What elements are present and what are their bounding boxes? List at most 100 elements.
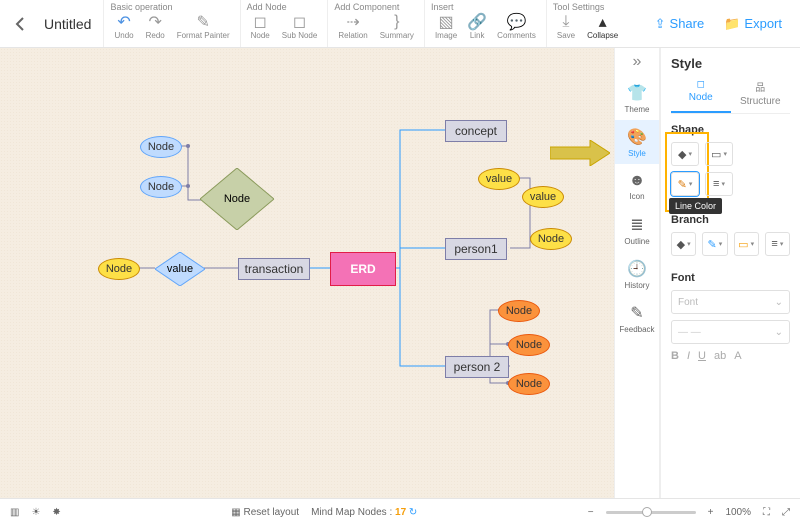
undo-button[interactable]: ↶Undo bbox=[110, 14, 137, 40]
node-orange1[interactable]: Node bbox=[498, 300, 540, 322]
smiley-icon: ☻ bbox=[629, 172, 646, 190]
link-icon: 🔗 bbox=[469, 14, 485, 30]
tab-outline[interactable]: ≣Outline bbox=[615, 208, 659, 252]
node-root-erd[interactable]: ERD bbox=[330, 252, 396, 286]
toolbar-group-tool-settings: Tool Settings ⤓Save ▴Collapse bbox=[546, 0, 628, 47]
link-button[interactable]: 🔗Link bbox=[465, 14, 489, 40]
save-icon: ⤓ bbox=[558, 14, 574, 30]
section-branch: Branch bbox=[671, 214, 790, 226]
refresh-icon[interactable]: ↻ bbox=[409, 507, 417, 518]
node-yellow-node[interactable]: Node bbox=[530, 228, 572, 250]
zoom-slider[interactable] bbox=[606, 511, 696, 514]
node-person1[interactable]: person1 bbox=[445, 238, 507, 260]
collapse-button[interactable]: ▴Collapse bbox=[583, 14, 622, 40]
underline-button[interactable]: U bbox=[698, 350, 706, 362]
outline-icon: ≣ bbox=[630, 215, 643, 235]
strike-button[interactable]: ab bbox=[714, 350, 726, 362]
toolbar-group-insert: Insert ▧Image 🔗Link 💬Comments bbox=[424, 0, 546, 47]
tab-theme[interactable]: 👕Theme bbox=[615, 76, 659, 120]
add-node-button[interactable]: ◻Node bbox=[247, 14, 274, 40]
right-tab-strip: » 👕Theme 🎨Style ☻Icon ≣Outline 🕘History … bbox=[614, 48, 660, 498]
tab-style[interactable]: 🎨Style bbox=[615, 120, 659, 164]
canvas[interactable]: ERD concept person1 person 2 value value… bbox=[0, 48, 614, 498]
document-title[interactable]: Untitled bbox=[32, 0, 103, 47]
node-yellow-left[interactable]: Node bbox=[98, 258, 140, 280]
bold-button[interactable]: B bbox=[671, 350, 679, 362]
format-painter-button[interactable]: ✎Format Painter bbox=[173, 14, 234, 40]
tooltip-line-color: Line Color bbox=[669, 198, 722, 214]
export-button[interactable]: 📁Export bbox=[714, 0, 792, 47]
save-button[interactable]: ⤓Save bbox=[553, 14, 579, 40]
settings-button[interactable]: ✸ bbox=[52, 507, 60, 518]
branch-line-button[interactable]: ≡▾ bbox=[765, 232, 790, 256]
node-value2[interactable]: value bbox=[522, 186, 564, 208]
back-button[interactable] bbox=[8, 0, 32, 47]
node-icon: ◻ bbox=[252, 14, 268, 30]
clock-icon: 🕘 bbox=[627, 259, 647, 279]
node-transaction[interactable]: transaction bbox=[238, 258, 310, 280]
shape-icon: ▭ bbox=[711, 148, 721, 161]
shape-style-button[interactable]: ▭▾ bbox=[705, 142, 733, 166]
node-diamond-olive[interactable]: Node bbox=[200, 168, 274, 230]
fill2-icon: ◆ bbox=[677, 238, 685, 251]
node-concept[interactable]: concept bbox=[445, 120, 507, 142]
subnode-icon: ◻ bbox=[292, 14, 308, 30]
relation-button[interactable]: ⇢Relation bbox=[334, 14, 371, 40]
chevron-down-icon: ⌄ bbox=[775, 297, 783, 308]
line-color-button[interactable]: ✎▾ bbox=[671, 172, 699, 196]
fullscreen-button[interactable]: ⤢ bbox=[782, 507, 790, 518]
share-icon: ⇪ bbox=[655, 16, 666, 32]
node-value1[interactable]: value bbox=[478, 168, 520, 190]
node-counter: Mind Map Nodes : 17 ↻ bbox=[311, 507, 417, 518]
toolbar-group-add-node: Add Node ◻Node ◻Sub Node bbox=[240, 0, 328, 47]
collapse-icon: ▴ bbox=[595, 14, 611, 30]
tab-history[interactable]: 🕘History bbox=[615, 252, 659, 296]
palette-icon: 🎨 bbox=[627, 127, 647, 147]
panel-title: Style bbox=[671, 56, 790, 71]
font-color-button[interactable]: A bbox=[734, 350, 741, 362]
reset-layout-button[interactable]: ▦ Reset layout bbox=[231, 507, 299, 518]
zoom-level[interactable]: 100% bbox=[725, 507, 751, 518]
format-painter-icon: ✎ bbox=[195, 14, 211, 30]
zoom-in-button[interactable]: + bbox=[708, 507, 714, 518]
branch-fill-button[interactable]: ◆▾ bbox=[671, 232, 696, 256]
style-panel: Style ◻Node 品Structure Shape ◆▾ ▭▾ ✎▾ ≡▾… bbox=[660, 48, 800, 498]
summary-icon: } bbox=[389, 14, 405, 30]
undo-icon: ↶ bbox=[116, 14, 132, 30]
node-orange2[interactable]: Node bbox=[508, 334, 550, 356]
section-shape: Shape bbox=[671, 124, 790, 136]
tab-icon[interactable]: ☻Icon bbox=[615, 164, 659, 208]
toolbar-group-basic: Basic operation ↶Undo ↷Redo ✎Format Pain… bbox=[103, 0, 239, 47]
fit-button[interactable]: ⛶ bbox=[763, 507, 770, 518]
collapse-panel-button[interactable]: » bbox=[615, 48, 659, 76]
node-left-ell1[interactable]: Node bbox=[140, 136, 182, 158]
tab-feedback[interactable]: ✎Feedback bbox=[615, 296, 659, 340]
shape-fill-button[interactable]: ◆▾ bbox=[671, 142, 699, 166]
node-orange3[interactable]: Node bbox=[508, 373, 550, 395]
image-button[interactable]: ▧Image bbox=[431, 14, 461, 40]
node-left-ell2[interactable]: Node bbox=[140, 176, 182, 198]
italic-button[interactable]: I bbox=[687, 350, 690, 362]
line-icon: ≡ bbox=[713, 178, 719, 190]
summary-button[interactable]: }Summary bbox=[376, 14, 418, 40]
add-subnode-button[interactable]: ◻Sub Node bbox=[278, 14, 322, 40]
panel-tab-structure[interactable]: 品Structure bbox=[731, 79, 791, 113]
panel-tab-node[interactable]: ◻Node bbox=[671, 79, 731, 113]
branch-border-button[interactable]: ▭▾ bbox=[734, 232, 759, 256]
brightness-button[interactable]: ☀ bbox=[31, 507, 40, 518]
redo-button[interactable]: ↷Redo bbox=[142, 14, 169, 40]
node-person2[interactable]: person 2 bbox=[445, 356, 509, 378]
zoom-out-button[interactable]: − bbox=[588, 507, 594, 518]
comments-button[interactable]: 💬Comments bbox=[493, 14, 540, 40]
font-family-select[interactable]: Font⌄ bbox=[671, 290, 790, 314]
presentation-button[interactable]: ▥ bbox=[10, 507, 19, 518]
share-button[interactable]: ⇪Share bbox=[645, 0, 715, 47]
font-size-select[interactable]: — —⌄ bbox=[671, 320, 790, 344]
node-value-diamond[interactable]: value bbox=[155, 252, 205, 286]
border-icon: ▭ bbox=[738, 238, 748, 251]
branch-color-button[interactable]: ✎▾ bbox=[702, 232, 727, 256]
chevron-down-icon: ⌄ bbox=[775, 327, 783, 338]
annotation-arrow-icon bbox=[550, 140, 610, 171]
relation-icon: ⇢ bbox=[345, 14, 361, 30]
line-style-button[interactable]: ≡▾ bbox=[705, 172, 733, 196]
